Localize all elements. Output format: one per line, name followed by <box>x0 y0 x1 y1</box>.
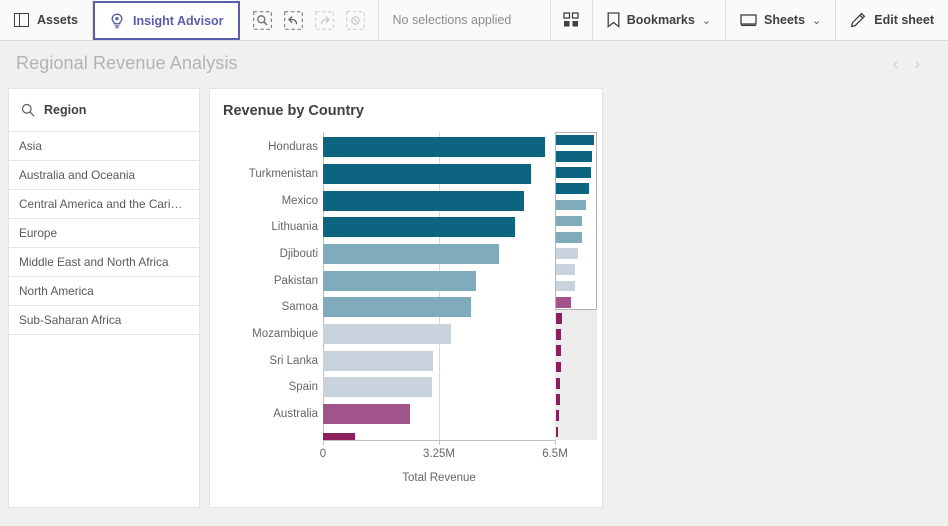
sheet-icon <box>740 13 757 28</box>
tab-insight-advisor[interactable]: Insight Advisor <box>93 1 240 40</box>
chart-bar-clipped[interactable] <box>323 433 355 440</box>
filter-list-item[interactable]: Central America and the Cari… <box>9 190 199 219</box>
selection-status: No selections applied <box>379 0 550 40</box>
filter-list-item[interactable]: Australia and Oceania <box>9 161 199 190</box>
clear-selections-icon <box>345 10 366 31</box>
chart-category-label[interactable]: Spain <box>289 381 318 393</box>
sheet-titlebar: Regional Revenue Analysis ‹ › <box>0 41 948 85</box>
chart-x-tick <box>323 440 324 445</box>
minimap-bar <box>556 216 582 227</box>
chevron-down-icon: ⌄ <box>702 14 711 27</box>
minimap-bar <box>556 297 571 308</box>
chart-x-tick <box>439 440 440 445</box>
sheet-navigation: ‹ › <box>893 55 932 72</box>
tab-assets[interactable]: Assets <box>0 0 93 40</box>
chart-category-label[interactable]: Sri Lanka <box>269 355 318 367</box>
bookmarks-button[interactable]: Bookmarks ⌄ <box>592 0 725 40</box>
chart-revenue-by-country: Revenue by Country Honduras Turkmenistan M… <box>209 88 603 508</box>
minimap-bar <box>556 427 558 438</box>
pencil-icon <box>850 12 867 28</box>
chart-x-axis-title: Total Revenue <box>323 472 555 484</box>
chart-x-tick-label: 6.5M <box>542 448 568 460</box>
chart-x-tick <box>555 440 556 445</box>
minimap-bar <box>556 183 589 194</box>
filter-pane-title: Region <box>44 103 86 117</box>
chart-y-axis-labels: Honduras Turkmenistan Mexico Lithuania Djibo… <box>210 132 323 440</box>
top-toolbar: Assets Insight Advisor <box>0 0 948 41</box>
step-forward-icon <box>314 10 335 31</box>
sheet-grid-icon[interactable] <box>550 0 592 40</box>
chart-category-label[interactable]: Honduras <box>268 141 318 153</box>
minimap-bar <box>556 394 560 405</box>
chart-category-label[interactable]: Mexico <box>282 195 318 207</box>
chart-plot-area[interactable] <box>323 132 555 440</box>
bookmark-icon <box>607 12 620 28</box>
chart-bar[interactable] <box>323 351 433 371</box>
step-back-icon[interactable] <box>283 10 304 31</box>
minimap-bar <box>556 329 561 340</box>
minimap-bar <box>556 264 575 275</box>
minimap-bar <box>556 232 582 243</box>
filter-list-item[interactable]: North America <box>9 277 199 306</box>
minimap-bar <box>556 378 560 389</box>
minimap-bar <box>556 135 594 146</box>
minimap-bar <box>556 281 575 292</box>
minimap-bar <box>556 248 578 259</box>
toolbar-right-group: Bookmarks ⌄ Sheets ⌄ Edit sheet <box>550 0 948 40</box>
selection-search-icon[interactable] <box>252 10 273 31</box>
chevron-down-icon: ⌄ <box>812 14 821 27</box>
filter-list-item[interactable]: Sub-Saharan Africa <box>9 306 199 335</box>
filter-pane-region: Region AsiaAustralia and OceaniaCentral … <box>8 88 200 508</box>
chart-category-label[interactable]: Djibouti <box>280 248 318 260</box>
chart-category-label[interactable]: Turkmenistan <box>249 168 318 180</box>
chart-category-label[interactable]: Mozambique <box>252 328 318 340</box>
filter-list-item[interactable]: Asia <box>9 132 199 161</box>
chart-bar[interactable] <box>323 271 476 291</box>
panel-icon <box>14 13 29 27</box>
insight-advisor-icon <box>109 13 125 29</box>
chart-bar[interactable] <box>323 137 545 157</box>
tab-insight-advisor-label: Insight Advisor <box>133 14 224 28</box>
filter-list-item[interactable]: Europe <box>9 219 199 248</box>
sheets-button[interactable]: Sheets ⌄ <box>725 0 835 40</box>
tab-assets-label: Assets <box>37 13 78 27</box>
chart-category-label[interactable]: Samoa <box>282 301 318 313</box>
chart-bar[interactable] <box>323 324 451 344</box>
edit-sheet-label: Edit sheet <box>874 13 934 27</box>
chart-bar[interactable] <box>323 377 432 397</box>
chart-category-label[interactable]: Australia <box>273 408 318 420</box>
chart-category-label[interactable]: Lithuania <box>271 221 318 233</box>
search-icon[interactable] <box>21 103 35 117</box>
edit-sheet-button[interactable]: Edit sheet <box>835 0 948 40</box>
minimap-bar <box>556 167 591 178</box>
sheet-canvas: Region AsiaAustralia and OceaniaCentral … <box>0 85 948 526</box>
minimap-bar <box>556 313 562 324</box>
chart-bar[interactable] <box>323 164 531 184</box>
minimap-bar <box>556 410 559 421</box>
minimap-bar <box>556 362 561 373</box>
chart-bar[interactable] <box>323 217 515 237</box>
sheets-label: Sheets <box>764 13 805 27</box>
prev-sheet-icon[interactable]: ‹ <box>893 55 899 72</box>
chart-x-tick-label: 3.25M <box>423 448 455 460</box>
minimap-bar <box>556 200 586 211</box>
filter-list-item[interactable]: Middle East and North Africa <box>9 248 199 277</box>
chart-category-label[interactable]: Pakistan <box>274 275 318 287</box>
page-title: Regional Revenue Analysis <box>16 53 238 74</box>
chart-title: Revenue by Country <box>210 89 602 119</box>
minimap-bar <box>556 151 592 162</box>
chart-x-tick-label: 0 <box>320 448 326 460</box>
chart-plot-wrapper: Honduras Turkmenistan Mexico Lithuania Djibo… <box>210 132 602 457</box>
chart-minimap-scrollbar[interactable] <box>555 132 597 440</box>
chart-bar[interactable] <box>323 191 524 211</box>
bookmarks-label: Bookmarks <box>627 13 695 27</box>
chart-bar[interactable] <box>323 297 471 317</box>
minimap-bar <box>556 345 561 356</box>
filter-value-list[interactable]: AsiaAustralia and OceaniaCentral America… <box>9 132 199 507</box>
chart-bar[interactable] <box>323 244 499 264</box>
next-sheet-icon[interactable]: › <box>914 55 920 72</box>
filter-pane-header[interactable]: Region <box>9 89 199 132</box>
chart-bar[interactable] <box>323 404 410 424</box>
selection-toolbar <box>240 0 379 40</box>
